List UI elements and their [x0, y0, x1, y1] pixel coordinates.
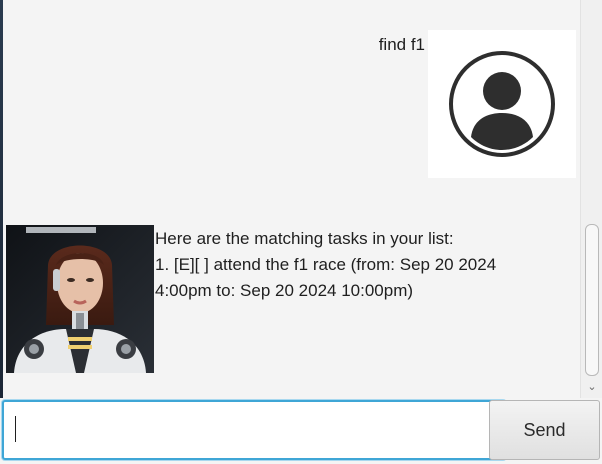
dialog-container[interactable]: find f1 Here are the matching tasks in y… [3, 0, 580, 398]
bot-message-text: Here are the matching tasks in your list… [155, 226, 496, 304]
user-circle-icon [449, 51, 555, 157]
bot-dialog-box: Here are the matching tasks in your list… [6, 225, 496, 373]
input-bar: Send [0, 398, 602, 464]
bot-message-line: 1. [E][ ] attend the f1 race (from: Sep … [155, 255, 497, 274]
bot-message-line: Here are the matching tasks in your list… [155, 229, 454, 248]
user-avatar [428, 30, 576, 178]
scroll-down-arrow-icon[interactable]: ⌄ [586, 382, 598, 393]
bot-message-line: 4:00pm to: Sep 20 2024 10:00pm) [155, 281, 414, 300]
message-input[interactable] [2, 400, 506, 460]
chat-window: find f1 Here are the matching tasks in y… [0, 0, 602, 464]
vertical-scrollbar[interactable]: ⌄ [580, 0, 602, 398]
user-message-text: find f1 [378, 35, 425, 54]
user-dialog-box: find f1 [379, 30, 576, 178]
bot-avatar [6, 225, 154, 373]
text-caret [15, 416, 16, 442]
scrollbar-thumb[interactable] [585, 224, 599, 376]
robot-woman-portrait [6, 225, 154, 373]
send-button[interactable]: Send [489, 400, 600, 460]
